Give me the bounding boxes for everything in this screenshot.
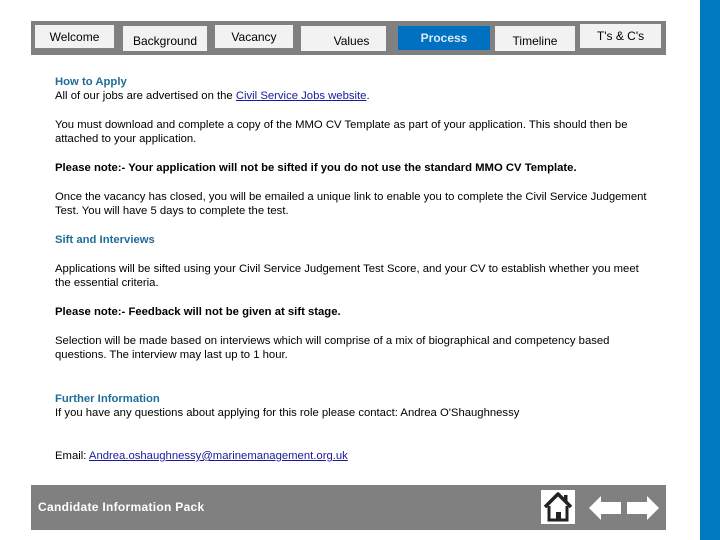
feedback-note: Please note:- Feedback will not be given… [55, 306, 341, 318]
top-navigation: Welcome Background Vacancy Values Proces… [31, 21, 666, 55]
back-button[interactable] [589, 495, 621, 521]
judgement-test-text: Once the vacancy has closed, you will be… [55, 191, 647, 217]
civil-service-jobs-link[interactable]: Civil Service Jobs website [236, 90, 367, 102]
forward-button[interactable] [627, 495, 659, 521]
arrow-left-icon [589, 496, 621, 520]
sift-interviews-heading: Sift and Interviews [55, 234, 155, 246]
sift-text: Applications will be sifted using your C… [55, 263, 639, 289]
process-content: How to Apply All of our jobs are adverti… [55, 75, 655, 463]
tab-timeline[interactable]: Timeline [495, 26, 575, 51]
selection-text: Selection will be made based on intervie… [55, 335, 610, 361]
tab-process[interactable]: Process [398, 26, 490, 50]
email-link[interactable]: Andrea.oshaughnessy@marinemanagement.org… [89, 450, 348, 462]
email-label: Email: [55, 450, 89, 462]
jobs-advertised-prefix: All of our jobs are advertised on the [55, 90, 236, 102]
tab-terms[interactable]: T's & C's [580, 24, 661, 48]
tab-vacancy[interactable]: Vacancy [215, 25, 293, 48]
footer-title: Candidate Information Pack [38, 500, 205, 514]
tab-background[interactable]: Background [123, 26, 207, 51]
home-button[interactable] [541, 490, 575, 524]
further-information-heading: Further Information [55, 393, 160, 405]
tab-welcome[interactable]: Welcome [35, 25, 114, 48]
tab-values[interactable]: Values [301, 26, 386, 51]
home-icon [543, 492, 573, 522]
contact-text: If you have any questions about applying… [55, 407, 520, 419]
jobs-advertised-suffix: . [366, 90, 370, 102]
footer-bar: Candidate Information Pack [31, 485, 666, 530]
download-cv-text: You must download and complete a copy of… [55, 119, 628, 145]
side-accent-bar [700, 0, 720, 540]
cv-template-note: Please note:- Your application will not … [55, 162, 577, 174]
how-to-apply-heading: How to Apply [55, 76, 127, 88]
email-line: Email: Andrea.oshaughnessy@marinemanagem… [55, 449, 655, 463]
jobs-advertised-text: All of our jobs are advertised on the Ci… [55, 89, 655, 103]
arrow-right-icon [627, 496, 659, 520]
